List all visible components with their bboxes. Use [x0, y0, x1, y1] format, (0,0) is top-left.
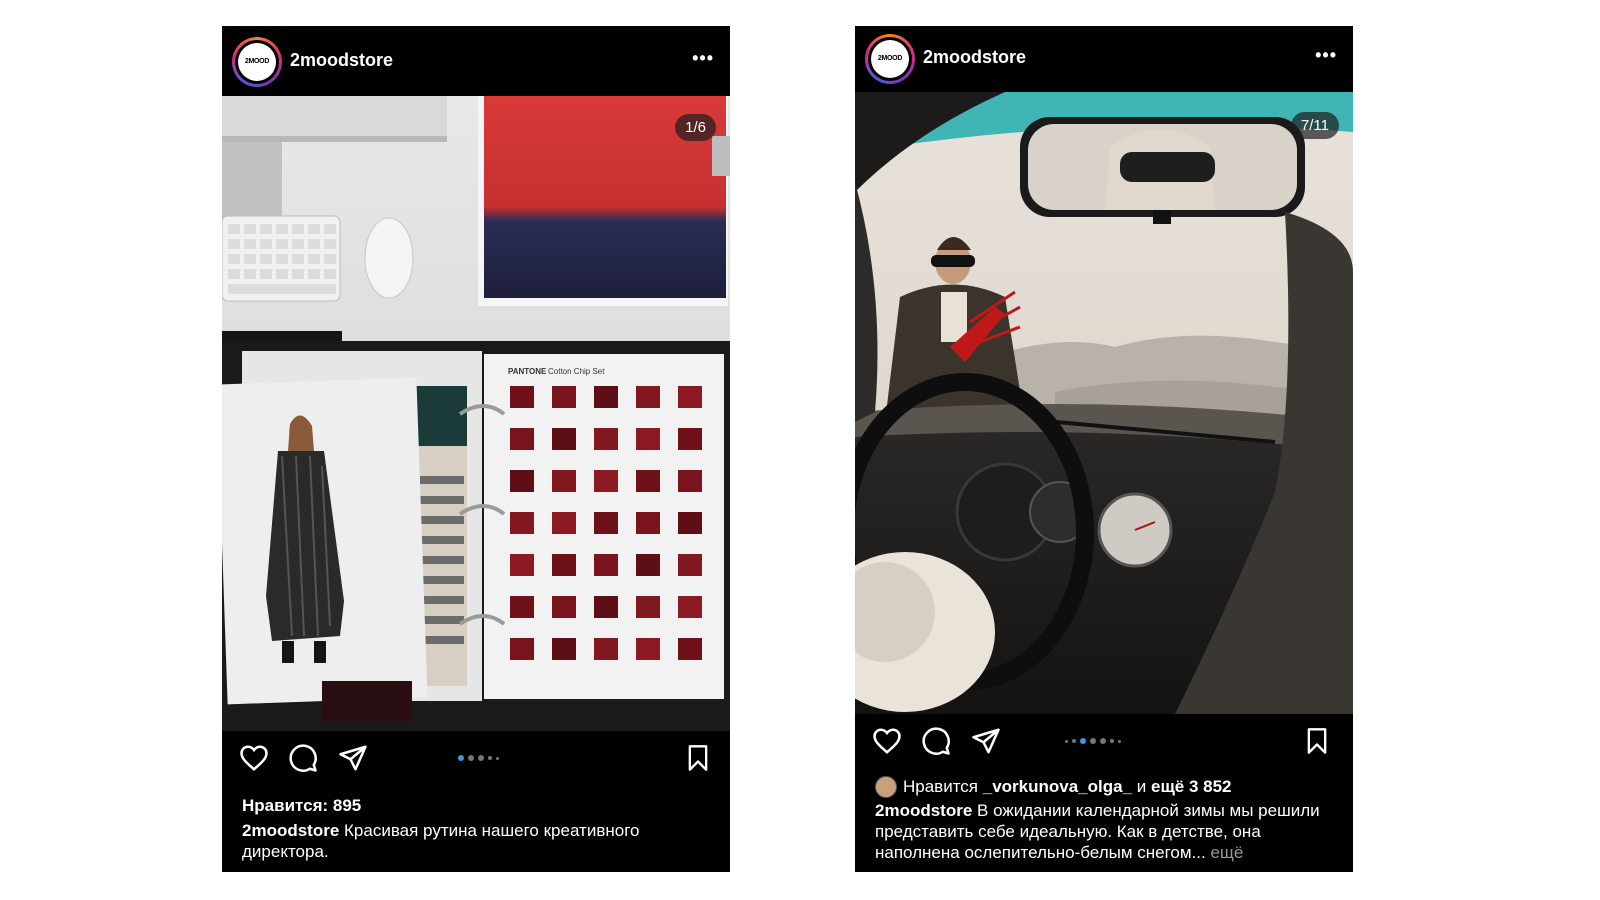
color-chip	[552, 428, 576, 450]
username[interactable]: 2moodstore	[923, 47, 1026, 68]
carousel-dot	[488, 756, 492, 760]
color-chip	[552, 512, 576, 534]
heart-icon[interactable]	[238, 743, 270, 778]
likes-row: Нравится _vorkunova_olga_ и ещё 3 852	[875, 776, 1232, 798]
color-chip	[510, 554, 534, 576]
liker-username[interactable]: _vorkunova_olga_	[983, 777, 1132, 796]
caption: 2moodstore Красивая рутина нашего креати…	[242, 820, 712, 862]
color-chip	[636, 554, 660, 576]
color-chip	[594, 554, 618, 576]
carousel-dot	[478, 755, 484, 761]
color-chip	[594, 512, 618, 534]
more-options-icon[interactable]: •••	[692, 48, 714, 69]
action-bar	[855, 714, 1353, 770]
color-chip	[636, 512, 660, 534]
color-chip	[678, 470, 702, 492]
color-chip	[594, 386, 618, 408]
color-chip	[594, 638, 618, 660]
likes-count[interactable]: Нравится: 895	[242, 796, 361, 816]
liker-avatar[interactable]	[875, 776, 897, 798]
carousel-dot	[1065, 739, 1068, 743]
color-chip	[510, 638, 534, 660]
avatar[interactable]: 2MOOD	[232, 37, 282, 87]
username[interactable]: 2moodstore	[290, 50, 393, 71]
color-chip	[636, 470, 660, 492]
color-chip	[678, 386, 702, 408]
more-options-icon[interactable]: •••	[1315, 45, 1337, 66]
post-header: 2MOOD 2moodstore •••	[855, 26, 1353, 92]
caption-more-link[interactable]: ещё	[1206, 843, 1243, 862]
likes-others-link[interactable]: ещё 3 852	[1151, 777, 1232, 796]
color-chip	[678, 428, 702, 450]
color-chip	[678, 554, 702, 576]
car-photo	[855, 92, 1353, 714]
carousel-indicator	[1065, 738, 1121, 744]
bookmark-icon[interactable]	[1303, 726, 1331, 761]
desk-photo: PANTONE Cotton Chip Set	[222, 96, 730, 731]
color-chip	[510, 596, 534, 618]
color-chip	[510, 512, 534, 534]
color-chip	[678, 596, 702, 618]
post-card-1: 2MOOD 2moodstore ••• PANTONE Cotton Chip…	[222, 26, 730, 872]
color-chip	[636, 638, 660, 660]
color-chip	[594, 470, 618, 492]
comment-icon[interactable]	[921, 726, 951, 761]
color-chip	[636, 428, 660, 450]
color-chip	[594, 596, 618, 618]
share-icon[interactable]	[971, 726, 1001, 761]
carousel-dot	[1080, 738, 1086, 744]
carousel-dot	[1110, 739, 1114, 743]
color-chip	[678, 638, 702, 660]
likes-mid: и	[1132, 777, 1151, 796]
color-chip	[636, 596, 660, 618]
color-chip	[510, 386, 534, 408]
comment-icon[interactable]	[288, 743, 318, 778]
caption-username[interactable]: 2moodstore	[242, 821, 339, 840]
post-card-2: 2MOOD 2moodstore ••• 7/11 Нравится _vork…	[855, 26, 1353, 872]
color-chip	[594, 428, 618, 450]
share-icon[interactable]	[338, 743, 368, 778]
color-chip	[552, 596, 576, 618]
avatar-logo-text: 2MOOD	[871, 40, 909, 78]
color-chip	[552, 554, 576, 576]
carousel-dot	[1072, 739, 1076, 743]
likes-prefix: Нравится	[903, 777, 983, 796]
heart-icon[interactable]	[871, 726, 903, 761]
post-header: 2MOOD 2moodstore •••	[222, 26, 730, 96]
caption-username[interactable]: 2moodstore	[875, 801, 972, 820]
carousel-dot	[1100, 738, 1106, 744]
color-chip	[510, 428, 534, 450]
color-chip	[552, 386, 576, 408]
carousel-dot	[458, 755, 464, 761]
post-image[interactable]: 7/11	[855, 92, 1353, 714]
carousel-dot	[468, 755, 474, 761]
caption: 2moodstore В ожидании календарной зимы м…	[875, 800, 1335, 863]
action-bar	[222, 731, 730, 787]
pantone-brand-text: PANTONE	[508, 367, 547, 376]
color-chip	[510, 470, 534, 492]
color-chip	[678, 512, 702, 534]
carousel-counter: 7/11	[1290, 112, 1339, 139]
post-image[interactable]: PANTONE Cotton Chip Set 1/6	[222, 96, 730, 731]
carousel-dot	[1118, 739, 1121, 743]
color-chip	[552, 470, 576, 492]
color-chip	[636, 386, 660, 408]
avatar-logo-text: 2MOOD	[238, 43, 276, 81]
carousel-counter: 1/6	[675, 114, 716, 141]
carousel-dot	[496, 756, 499, 760]
avatar[interactable]: 2MOOD	[865, 34, 915, 84]
carousel-indicator	[458, 755, 499, 761]
carousel-dot	[1090, 738, 1096, 744]
color-chip	[552, 638, 576, 660]
pantone-title-text: Cotton Chip Set	[548, 367, 605, 376]
bookmark-icon[interactable]	[684, 743, 712, 778]
